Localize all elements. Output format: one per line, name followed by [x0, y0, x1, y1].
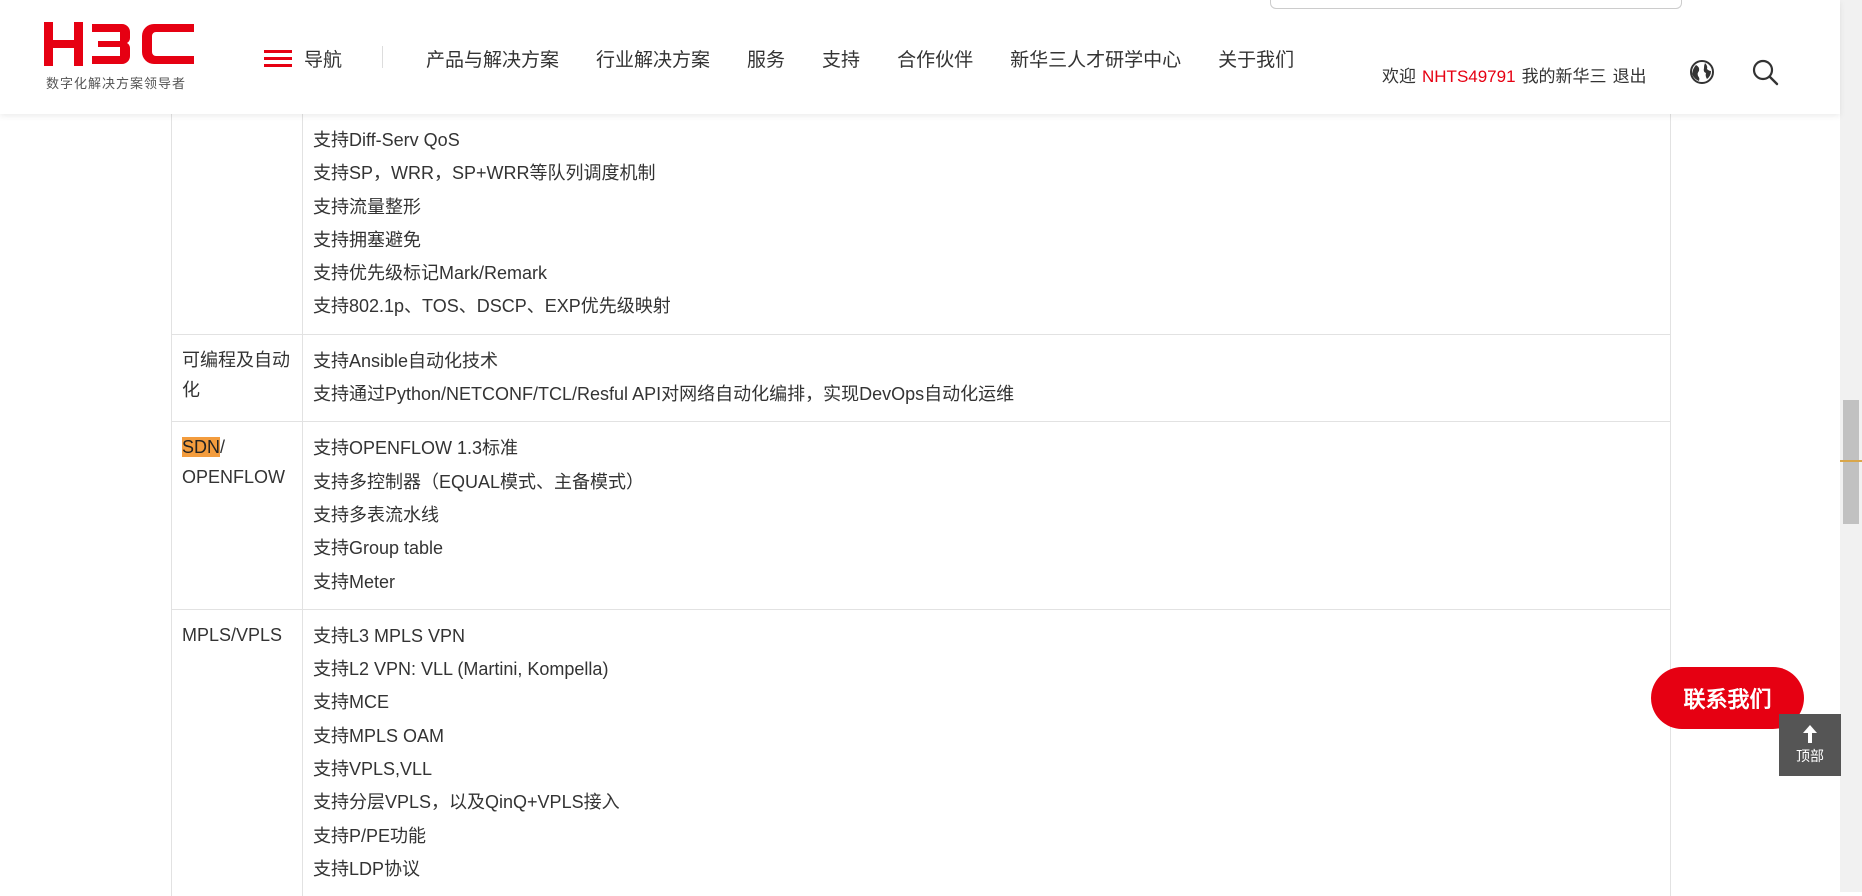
row-label: SDN/ OPENFLOW — [172, 422, 303, 609]
list-item: 支持拥塞避免 — [313, 229, 421, 250]
menu-item-industry[interactable]: 行业解决方案 — [596, 45, 710, 72]
arrow-up-icon — [1803, 725, 1817, 743]
nav-toggle-label: 导航 — [304, 50, 343, 71]
list-item: 支持Ansible自动化技术 — [313, 350, 499, 371]
menu-item-service[interactable]: 服务 — [747, 45, 785, 72]
logout-link[interactable]: 退出 — [1613, 67, 1647, 86]
spec-table: 支持Diff-Serv QoS 支持SP，WRR，SP+WRR等队列调度机制 支… — [171, 114, 1671, 896]
username-link[interactable]: NHTS49791 — [1422, 67, 1516, 86]
globe-icon[interactable] — [1689, 59, 1715, 85]
list-item: 支持VPLS,VLL — [313, 759, 433, 780]
list-item: 支持L2 VPN: VLL (Martini, Kompella) — [313, 659, 609, 680]
row-label: MPLS/VPLS — [172, 609, 303, 896]
menu-item-products[interactable]: 产品与解决方案 — [426, 45, 559, 72]
list-item: 支持流量整形 — [313, 196, 421, 217]
table-row-qos: 支持Diff-Serv QoS 支持SP，WRR，SP+WRR等队列调度机制 支… — [172, 114, 1670, 335]
h3c-logo-mark — [44, 22, 194, 66]
nav-menu-toggle[interactable]: 导航 — [264, 45, 342, 72]
list-item: 支持MCE — [313, 692, 389, 713]
list-item: 支持P/PE功能 — [313, 825, 427, 846]
back-to-top-button[interactable]: 顶部 — [1779, 714, 1841, 776]
list-item: 支持OPENFLOW 1.3标准 — [313, 438, 519, 459]
row-content: 支持OPENFLOW 1.3标准 支持多控制器（EQUAL模式、主备模式） 支持… — [303, 422, 1670, 608]
scrollbar-find-marker — [1840, 460, 1862, 462]
row-content: 支持L3 MPLS VPN 支持L2 VPN: VLL (Martini, Ko… — [303, 610, 1670, 896]
list-item: 支持MPLS OAM — [313, 725, 445, 746]
my-account-link[interactable]: 我的新华三 — [1522, 67, 1607, 86]
menu-item-talent-center[interactable]: 新华三人才研学中心 — [1010, 45, 1181, 72]
list-item: 支持优先级标记Mark/Remark — [313, 263, 548, 284]
list-item: 支持通过Python/NETCONF/TCL/Resful API对网络自动化编… — [313, 384, 1015, 405]
list-item: 支持Diff-Serv QoS — [313, 130, 460, 150]
list-item: 支持LDP协议 — [313, 858, 421, 879]
dropdown-panel-edge — [1270, 0, 1682, 9]
back-to-top-label: 顶部 — [1796, 748, 1824, 764]
row-label: 可编程及自动化 — [172, 334, 303, 422]
list-item: 支持Group table — [313, 538, 444, 559]
list-item: 支持多控制器（EQUAL模式、主备模式） — [313, 471, 645, 492]
list-item: 支持L3 MPLS VPN — [313, 625, 466, 646]
search-highlight: SDN — [182, 437, 221, 458]
table-row-sdn: SDN/ OPENFLOW 支持OPENFLOW 1.3标准 支持多控制器（EQ… — [172, 422, 1670, 610]
page-scrollbar[interactable] — [1840, 0, 1862, 892]
list-item: 支持Meter — [313, 571, 396, 592]
main-menu: 产品与解决方案 行业解决方案 服务 支持 合作伙伴 新华三人才研学中心 关于我们 — [426, 45, 1331, 72]
row-label — [172, 114, 303, 334]
hamburger-icon — [264, 49, 292, 68]
row-label-rest: / — [220, 437, 226, 458]
search-icon[interactable] — [1751, 58, 1779, 86]
row-content: 支持Diff-Serv QoS 支持SP，WRR，SP+WRR等队列调度机制 支… — [303, 114, 1670, 334]
site-header: 数字化解决方案领导者 导航 产品与解决方案 行业解决方案 服务 支持 合作伙伴 … — [0, 0, 1840, 114]
user-area: 欢迎 NHTS49791 我的新华三 退出 — [1382, 62, 1647, 87]
scrollbar-thumb[interactable] — [1843, 400, 1859, 524]
h3c-logo[interactable]: 数字化解决方案领导者 — [44, 20, 204, 91]
menu-item-about[interactable]: 关于我们 — [1218, 45, 1294, 72]
menu-item-support[interactable]: 支持 — [822, 45, 860, 72]
table-row-automation: 可编程及自动化 支持Ansible自动化技术 支持通过Python/NETCON… — [172, 334, 1670, 423]
list-item: 支持分层VPLS，以及QinQ+VPLS接入 — [313, 792, 620, 813]
table-row-mpls: MPLS/VPLS 支持L3 MPLS VPN 支持L2 VPN: VLL (M… — [172, 609, 1670, 896]
list-item: 支持802.1p、TOS、DSCP、EXP优先级映射 — [313, 296, 671, 317]
row-content: 支持Ansible自动化技术 支持通过Python/NETCONF/TCL/Re… — [303, 335, 1670, 422]
welcome-text: 欢迎 — [1382, 67, 1416, 86]
list-item: 支持多表流水线 — [313, 504, 439, 525]
menu-item-partners[interactable]: 合作伙伴 — [897, 45, 973, 72]
nav-divider — [382, 46, 383, 68]
row-label-line2: OPENFLOW — [182, 467, 286, 488]
logo-tagline: 数字化解决方案领导者 — [46, 76, 187, 91]
list-item: 支持SP，WRR，SP+WRR等队列调度机制 — [313, 163, 656, 184]
